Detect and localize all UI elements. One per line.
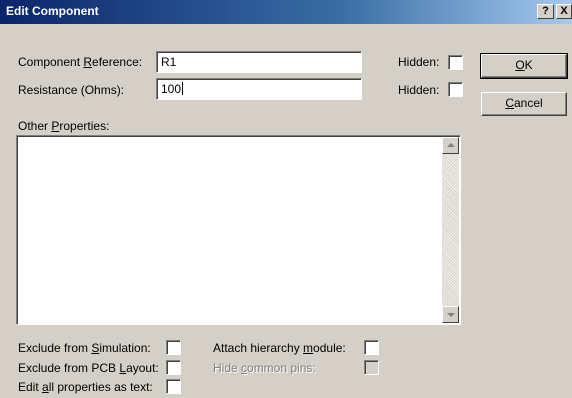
exclude-simulation-label: Exclude from Simulation: [18, 341, 151, 355]
title-bar[interactable]: Edit Component ? X [0, 0, 572, 24]
resistance-input[interactable]: 100 [156, 78, 362, 100]
text-caret [182, 82, 184, 95]
mnemonic: O [515, 58, 525, 72]
label-part: ayout: [126, 361, 159, 375]
mnemonic: R [83, 55, 93, 69]
exclude-pcb-layout-checkbox[interactable] [166, 360, 181, 375]
mnemonic: m [303, 341, 314, 355]
label-part: roperties: [59, 119, 110, 133]
hide-common-pins-label: Hide common pins: [213, 361, 316, 375]
label-part: Component [18, 55, 84, 69]
mnemonic: a [42, 380, 49, 394]
mnemonic: C [505, 96, 514, 110]
other-properties-label: Other Properties: [18, 119, 109, 133]
label-part: Exclude from [18, 341, 92, 355]
resistance-value: 100 [161, 82, 182, 96]
component-reference-label: Component Reference: [18, 55, 142, 69]
button-label: K [524, 58, 533, 72]
vertical-scrollbar[interactable] [442, 137, 459, 323]
window-title: Edit Component [6, 4, 99, 18]
scroll-down-button[interactable] [442, 306, 459, 323]
other-properties-textarea[interactable] [16, 135, 461, 325]
hidden-label-reference: Hidden: [398, 55, 440, 69]
exclude-simulation-checkbox[interactable] [166, 340, 181, 355]
label-part: Edit [18, 380, 43, 394]
component-reference-value: R1 [161, 55, 177, 69]
close-button[interactable]: X [556, 4, 572, 19]
label-part: ommon pins: [247, 361, 316, 375]
label-part: Exclude from PCB [18, 361, 120, 375]
scroll-up-button[interactable] [442, 137, 459, 154]
edit-all-properties-label: Edit all properties as text: [18, 380, 153, 394]
edit-all-properties-checkbox[interactable] [166, 379, 181, 394]
resistance-label: Resistance (Ohms): [18, 83, 125, 97]
help-button[interactable]: ? [537, 4, 554, 19]
label-part: odule: [313, 341, 346, 355]
label-part: imulation: [99, 341, 151, 355]
button-label: ancel [513, 96, 543, 110]
exclude-pcb-layout-label: Exclude from PCB Layout: [18, 361, 159, 375]
attach-hierarchy-label: Attach hierarchy module: [213, 341, 346, 355]
arrow-up-icon [447, 143, 455, 147]
ok-button[interactable]: OK [480, 53, 568, 79]
cancel-button[interactable]: Cancel [481, 92, 567, 116]
arrow-down-icon [447, 313, 455, 317]
label-part: Hide [213, 361, 242, 375]
hide-common-pins-checkbox [364, 360, 379, 375]
label-part: ll properties as text: [48, 380, 153, 394]
attach-hierarchy-checkbox[interactable] [364, 340, 379, 355]
hidden-reference-checkbox[interactable] [448, 55, 463, 70]
hidden-resistance-checkbox[interactable] [448, 82, 463, 97]
hidden-label-resistance: Hidden: [398, 83, 440, 97]
label-part: Other [18, 119, 52, 133]
component-reference-input[interactable]: R1 [156, 51, 362, 73]
label-part: Attach hierarchy [213, 341, 304, 355]
label-part: eference: [92, 55, 143, 69]
